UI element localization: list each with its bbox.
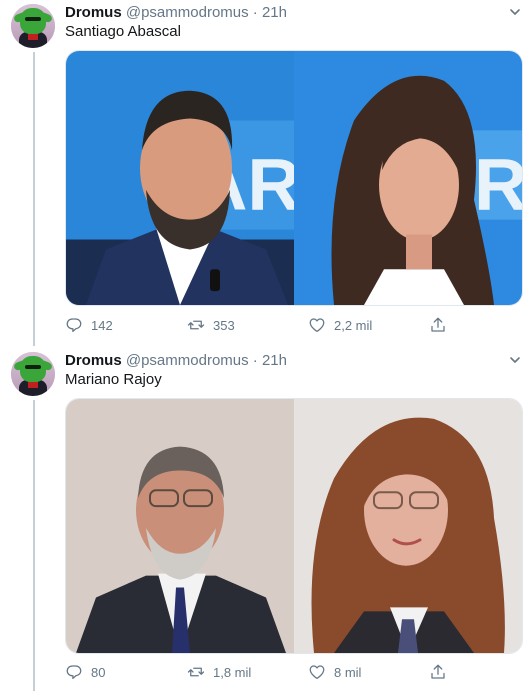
tweet[interactable]: Dromus @psammodromus · 21h Santiago Abas…	[0, 0, 531, 345]
avatar[interactable]	[11, 4, 55, 48]
avatar[interactable]	[11, 352, 55, 396]
tweet-header: Dromus @psammodromus · 21h	[65, 351, 287, 371]
tweet[interactable]: Dromus @psammodromus · 21h Mariano Rajoy	[0, 348, 531, 691]
tweet-header: Dromus @psammodromus · 21h	[65, 3, 287, 23]
retweet-count: 1,8 mil	[213, 664, 252, 680]
share-icon	[431, 317, 445, 332]
tweet-actions: 80 1,8 mil 8 mil	[65, 662, 485, 682]
author-handle[interactable]: @psammodromus	[126, 352, 249, 369]
reply-icon	[66, 665, 82, 680]
author-name[interactable]: Dromus	[65, 352, 122, 369]
like-button[interactable]: 2,2 mil	[308, 315, 372, 335]
photo[interactable]: R	[294, 51, 522, 305]
like-count: 2,2 mil	[334, 317, 373, 333]
like-button[interactable]: 8 mil	[308, 662, 361, 682]
share-icon	[431, 664, 445, 679]
author-name[interactable]: Dromus	[65, 4, 122, 21]
reply-count: 80	[91, 664, 106, 680]
retweet-count: 353	[213, 317, 235, 333]
heart-icon	[309, 665, 325, 680]
tweet-media[interactable]: AR R	[65, 50, 523, 306]
tweet-text: Mariano Rajoy	[65, 371, 162, 388]
separator: ·	[252, 4, 258, 21]
reply-button[interactable]: 80	[65, 662, 105, 682]
share-button[interactable]	[429, 315, 455, 335]
reply-button[interactable]: 142	[65, 315, 113, 335]
photo[interactable]	[294, 399, 522, 653]
retweet-button[interactable]: 1,8 mil	[187, 662, 251, 682]
chevron-down-icon[interactable]	[509, 354, 521, 366]
retweet-icon	[187, 320, 205, 330]
tweet-media[interactable]	[65, 398, 523, 654]
like-count: 8 mil	[334, 664, 362, 680]
retweet-icon	[187, 667, 205, 677]
tweet-text: Santiago Abascal	[65, 23, 181, 40]
separator: ·	[252, 352, 258, 369]
author-handle[interactable]: @psammodromus	[126, 4, 249, 21]
timestamp[interactable]: 21h	[262, 4, 287, 21]
share-button[interactable]	[429, 662, 455, 682]
svg-text:R: R	[474, 143, 522, 226]
timestamp[interactable]: 21h	[262, 352, 287, 369]
photo[interactable]: AR	[66, 51, 294, 305]
reply-icon	[66, 318, 82, 333]
tweet-actions: 142 353 2,2 mil	[65, 315, 485, 335]
chevron-down-icon[interactable]	[509, 6, 521, 18]
retweet-button[interactable]: 353	[187, 315, 235, 335]
heart-icon	[309, 318, 325, 333]
reply-count: 142	[91, 317, 113, 333]
photo[interactable]	[66, 399, 294, 653]
